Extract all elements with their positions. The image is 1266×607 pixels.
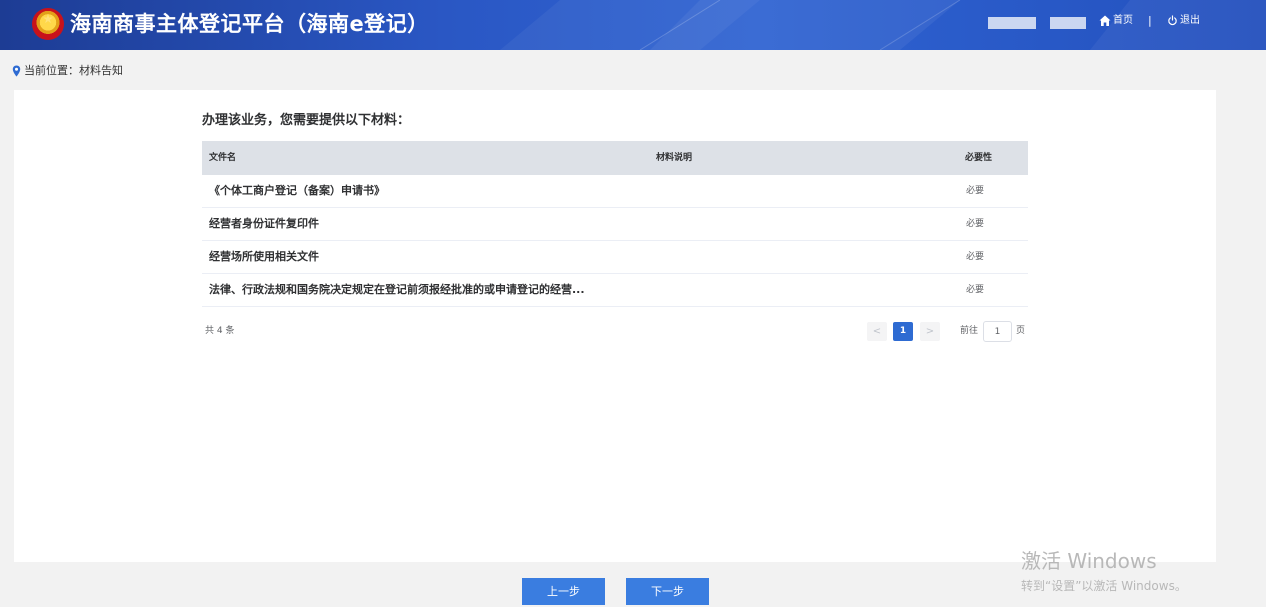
site-title: 海南商事主体登记平台（海南e登记） [70, 12, 429, 36]
table-row: 经营者身份证件复印件 必要 [202, 208, 1028, 241]
activation-watermark-hint: 转到“设置”以激活 Windows。 [1021, 579, 1187, 593]
location-pin-icon [12, 65, 21, 77]
row-filename: 经营者身份证件复印件 [209, 217, 319, 230]
table-row: 《个体工商户登记（备案）申请书》 必要 [202, 175, 1028, 208]
national-emblem-icon [32, 8, 64, 40]
account-blurred [1050, 17, 1086, 29]
row-necessity: 必要 [966, 219, 985, 229]
table-row: 法律、行政法规和国务院决定规定在登记前须报经批准的或申请登记的经营... 必要 [202, 274, 1028, 307]
row-filename: 经营场所使用相关文件 [209, 250, 319, 263]
row-filename: 《个体工商户登记（备案）申请书》 [209, 184, 385, 197]
power-icon[interactable] [1167, 15, 1178, 26]
next-step-button[interactable]: 下一步 [626, 578, 709, 605]
next-page-button[interactable]: > [920, 322, 940, 341]
goto-page-input[interactable] [983, 321, 1012, 342]
materials-table: 文件名 材料说明 必要性 《个体工商户登记（备案）申请书》 必要 经营者身份证件… [202, 141, 1028, 307]
page-number-current[interactable]: 1 [893, 322, 913, 341]
row-filename: 法律、行政法规和国务院决定规定在登记前须报经批准的或申请登记的经营... [209, 283, 585, 296]
top-header: 海南商事主体登记平台（海南e登记） 首页 | 退出 [0, 0, 1266, 50]
goto-unit: 页 [1016, 326, 1026, 336]
column-header-filename: 文件名 [209, 153, 237, 163]
breadcrumb: 当前位置：材料告知 [24, 64, 123, 77]
home-link[interactable]: 首页 [1113, 13, 1137, 29]
home-icon[interactable] [1099, 15, 1111, 27]
activation-watermark-title: 激活 Windows [1021, 549, 1157, 573]
row-necessity: 必要 [966, 252, 985, 262]
materials-intro: 办理该业务，您需要提供以下材料： [202, 113, 411, 128]
row-necessity: 必要 [966, 186, 985, 196]
logout-link[interactable]: 退出 [1180, 13, 1204, 29]
column-header-necessity: 必要性 [965, 153, 993, 163]
column-header-description: 材料说明 [656, 153, 693, 163]
goto-label: 前往 [960, 326, 979, 336]
nav-separator: | [1148, 14, 1152, 27]
table-header: 文件名 材料说明 必要性 [202, 141, 1028, 175]
total-count: 共 4 条 [205, 326, 235, 336]
row-necessity: 必要 [966, 285, 985, 295]
table-row: 经营场所使用相关文件 必要 [202, 241, 1028, 274]
username-blurred [988, 17, 1036, 29]
main-panel: 办理该业务，您需要提供以下材料： 文件名 材料说明 必要性 《个体工商户登记（备… [14, 90, 1216, 562]
prev-page-button[interactable]: < [867, 322, 887, 341]
previous-step-button[interactable]: 上一步 [522, 578, 605, 605]
